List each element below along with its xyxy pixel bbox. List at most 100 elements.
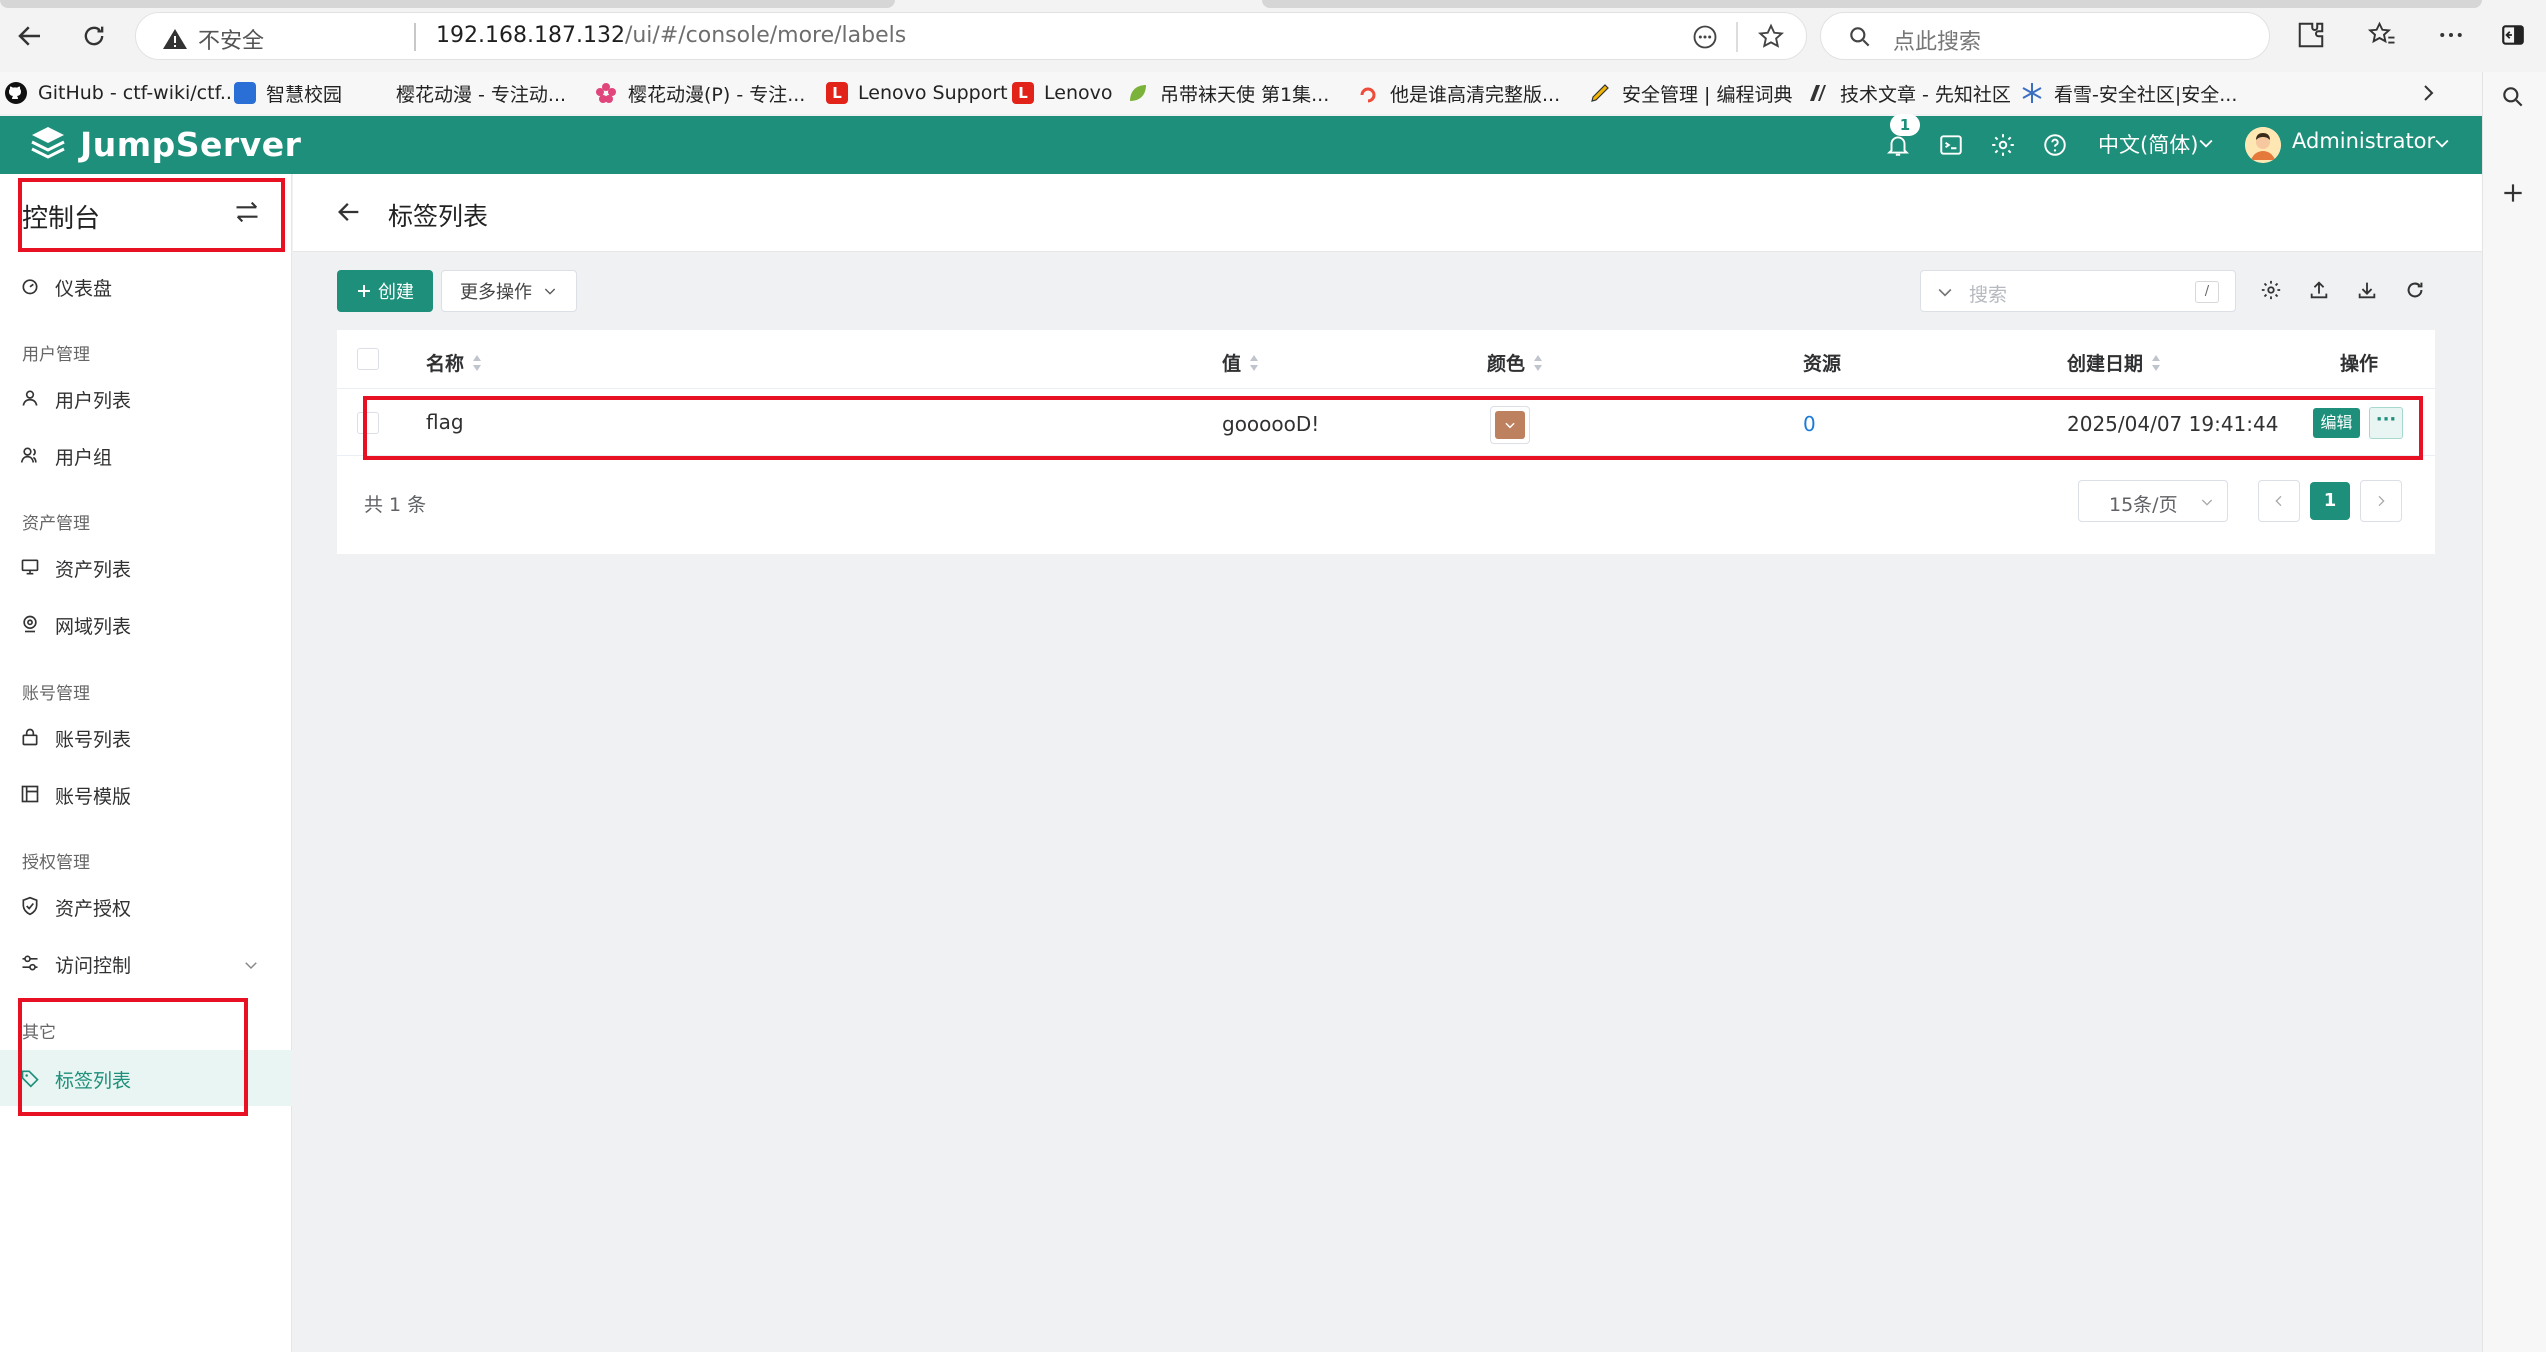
sidebar-item-label: 资产列表 xyxy=(55,559,132,581)
sidebar-item-label: 账号模版 xyxy=(55,786,132,808)
create-label: 创建 xyxy=(378,282,414,303)
bookmark-item[interactable]: 他是谁高清完整版... xyxy=(1356,78,1560,108)
sidebar-item-domain-list[interactable]: 网域列表 xyxy=(0,596,292,652)
bookmark-item[interactable]: 吊带袜天使 第1集... xyxy=(1126,78,1329,108)
create-button[interactable]: 创建 xyxy=(337,270,433,312)
bookmark-item[interactable]: 看雪-安全社区|安全... xyxy=(2020,78,2237,108)
current-page-button[interactable]: 1 xyxy=(2310,482,2350,520)
bookmark-label: 技术文章 - 先知社区 xyxy=(1840,83,2011,106)
sidebar-item-account-list[interactable]: 账号列表 xyxy=(0,709,292,765)
user-icon xyxy=(22,390,38,406)
add-icon[interactable] xyxy=(2500,180,2526,206)
sidebar-item-asset-perm[interactable]: 资产授权 xyxy=(0,878,292,934)
brand-logo[interactable]: JumpServer xyxy=(28,124,301,164)
browser-search-box[interactable]: 点此搜索 xyxy=(1820,12,2270,60)
bookmark-label: 安全管理 | 编程词典 xyxy=(1622,83,1793,106)
download-icon[interactable] xyxy=(2356,279,2380,303)
browser-search-placeholder: 点此搜索 xyxy=(1893,30,1982,55)
search-shortcut-key: / xyxy=(2195,281,2219,303)
chevron-left-icon xyxy=(2275,495,2282,507)
bookmark-label: 他是谁高清完整版... xyxy=(1390,83,1561,106)
table-search-input[interactable]: 搜索 / xyxy=(1920,270,2236,312)
select-all-checkbox[interactable] xyxy=(357,348,379,370)
avatar[interactable] xyxy=(2245,127,2281,163)
sort-arrows-icon xyxy=(1250,354,1259,371)
bookmark-item[interactable]: 安全管理 | 编程词典 xyxy=(1588,78,1792,108)
page-header xyxy=(293,174,2482,252)
browser-refresh-button[interactable] xyxy=(68,10,120,62)
bookmark-item[interactable]: L Lenovo xyxy=(1012,78,1112,108)
upload-icon[interactable] xyxy=(2308,279,2332,303)
chevron-down-icon xyxy=(544,288,556,295)
campus-icon xyxy=(234,82,256,104)
terminal-icon[interactable] xyxy=(1936,130,1966,160)
more-menu-icon[interactable] xyxy=(2436,20,2466,50)
read-aloud-icon[interactable] xyxy=(1691,23,1719,51)
browser-back-button[interactable] xyxy=(4,10,56,62)
settings-gear-icon[interactable] xyxy=(2260,279,2284,303)
location-pin-icon xyxy=(23,615,37,633)
browser-side-rail xyxy=(2482,72,2546,1352)
more-actions-label: 更多操作 xyxy=(460,282,532,303)
bookmarks-overflow-chevron-icon[interactable] xyxy=(2416,80,2440,106)
search-icon[interactable] xyxy=(2500,84,2526,110)
language-selector[interactable]: 中文(简体) xyxy=(2098,129,2198,159)
next-page-button[interactable] xyxy=(2360,480,2402,522)
leaf-icon xyxy=(1130,85,1146,101)
bookmark-label: Lenovo xyxy=(1044,82,1113,104)
more-actions-dropdown[interactable]: 更多操作 xyxy=(441,270,577,312)
sliders-icon xyxy=(22,955,38,971)
url-path: /ui/#/console/more/labels xyxy=(624,23,907,48)
security-indicator[interactable]: 不安全 xyxy=(162,23,264,55)
back-arrow-icon xyxy=(338,203,359,221)
bookmark-item[interactable]: 樱花动漫(P) - 专注... xyxy=(594,78,805,108)
sidebar-toggle-icon[interactable] xyxy=(2500,22,2526,48)
user-group-icon xyxy=(20,447,37,463)
url-text[interactable]: 192.168.187.132/ui/#/console/more/labels xyxy=(436,23,906,48)
chevron-down-icon xyxy=(242,956,260,974)
column-header-color[interactable]: 颜色 xyxy=(1487,349,1543,376)
help-icon[interactable] xyxy=(2040,130,2070,160)
page-size-select[interactable]: 15条/页 xyxy=(2078,480,2228,522)
swirl-icon xyxy=(1360,87,1376,103)
sidebar-item-asset-list[interactable]: 资产列表 xyxy=(0,539,292,595)
chevron-down-icon[interactable] xyxy=(1935,282,1955,302)
brand-name: JumpServer xyxy=(80,124,302,164)
user-menu[interactable]: Administrator xyxy=(2292,129,2435,153)
highlight-box xyxy=(18,998,248,1116)
highlight-box xyxy=(18,178,285,252)
sidebar-item-account-template[interactable]: 账号模版 xyxy=(0,766,292,822)
column-header-value[interactable]: 值 xyxy=(1222,349,1259,376)
user-name: Administrator xyxy=(2292,129,2436,153)
bookmark-item[interactable]: 技术文章 - 先知社区 xyxy=(1806,78,2011,108)
sidebar-group-users: 用户管理 xyxy=(22,345,90,365)
bookmark-item[interactable]: L Lenovo Support xyxy=(826,78,1008,108)
sidebar-item-user-list[interactable]: 用户列表 xyxy=(0,370,292,426)
sidebar-item-dashboard[interactable]: 仪表盘 xyxy=(0,258,292,314)
notification-badge: 1 xyxy=(1890,114,1920,136)
column-header-created[interactable]: 创建日期 xyxy=(2067,349,2161,376)
pen-icon xyxy=(1591,84,1609,102)
column-label: 操作 xyxy=(2340,353,2379,375)
prev-page-button[interactable] xyxy=(2258,480,2300,522)
chevron-right-icon xyxy=(2378,495,2385,507)
bookmark-label: 樱花动漫 - 专注动... xyxy=(396,83,567,106)
app-header: JumpServer 中文(简体) Administrator xyxy=(0,116,2482,174)
sidebar-item-label: 用户列表 xyxy=(55,390,132,412)
shield-check-icon xyxy=(22,896,38,916)
bookmark-item[interactable]: 樱花动漫 - 专注动... xyxy=(396,78,566,108)
column-header-name[interactable]: 名称 xyxy=(426,349,482,376)
favorites-icon[interactable] xyxy=(2367,20,2397,50)
address-divider xyxy=(1736,22,1738,52)
extensions-icon[interactable] xyxy=(2296,20,2326,50)
page-back-button[interactable] xyxy=(335,198,365,228)
sidebar-item-label: 仪表盘 xyxy=(55,278,113,300)
bookmark-item[interactable]: GitHub - ctf-wiki/ctf... xyxy=(4,78,238,108)
bookmark-item[interactable]: 智慧校园 xyxy=(234,78,342,108)
browser-tab-edge xyxy=(1262,0,2482,8)
address-bar[interactable]: 不安全 192.168.187.132/ui/#/console/more/la… xyxy=(135,12,1807,60)
refresh-icon[interactable] xyxy=(2404,279,2428,303)
favorite-star-icon[interactable] xyxy=(1756,22,1786,52)
gear-icon[interactable] xyxy=(1988,130,2018,160)
sidebar-item-user-group[interactable]: 用户组 xyxy=(0,427,292,483)
